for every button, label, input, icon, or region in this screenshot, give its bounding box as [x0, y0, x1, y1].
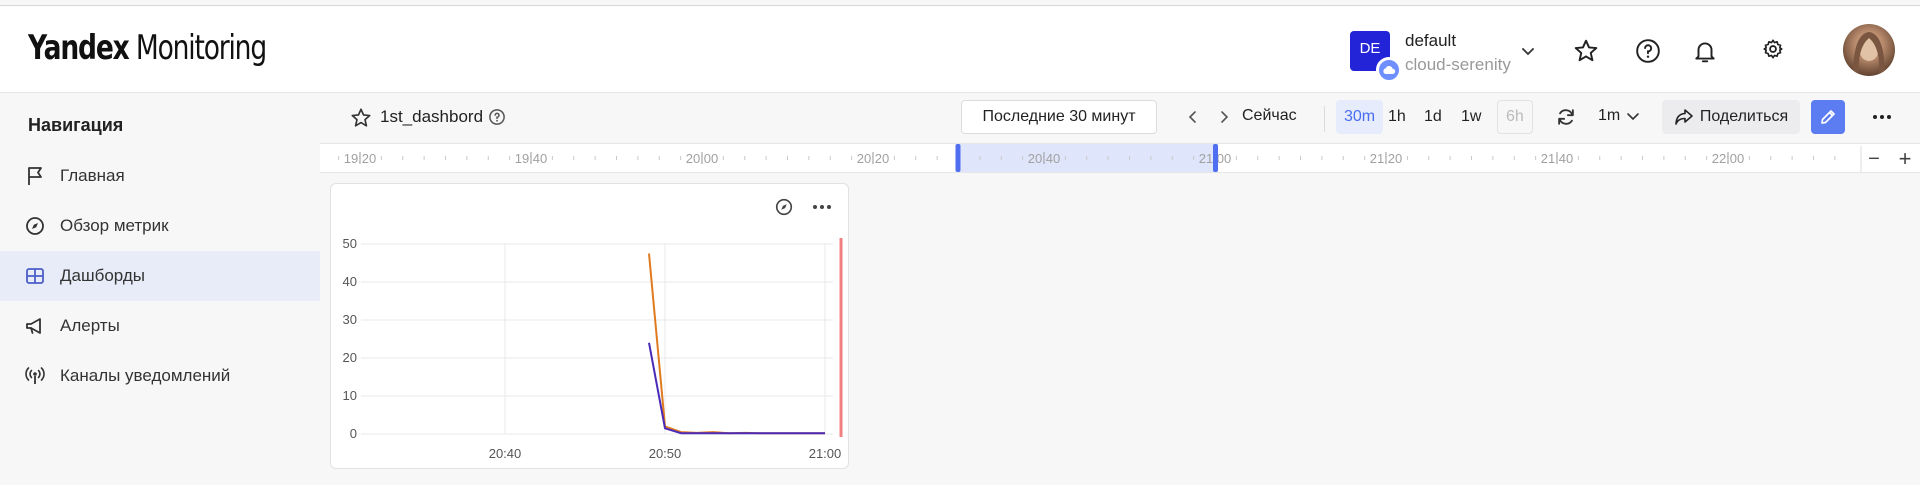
- bell-icon[interactable]: [1690, 36, 1720, 66]
- timeline-label: 20:00: [686, 151, 719, 166]
- y-tick-label: 0: [350, 426, 357, 441]
- sidebar-item-label: Обзор метрик: [60, 216, 169, 235]
- timeline-label: 20:40: [1028, 151, 1061, 166]
- flag-icon: [28, 167, 42, 185]
- chevron-down-icon: [1627, 113, 1640, 121]
- timeline-label: 22:00: [1712, 151, 1745, 166]
- edit-button[interactable]: [1811, 100, 1845, 134]
- account-cloud-name: cloud-serenity: [1405, 55, 1511, 74]
- sidebar-item-home[interactable]: Главная: [0, 151, 320, 201]
- share-label: Поделиться: [1699, 108, 1789, 125]
- zoom-in-button[interactable]: +: [1899, 146, 1912, 171]
- broadcast-icon: [25, 367, 45, 384]
- period-6h[interactable]: 6h: [1497, 100, 1533, 134]
- timeline-axis[interactable]: 19:2019:4020:0020:2020:4021:0021:2021:40…: [320, 144, 1920, 174]
- chevron-right-icon: [1221, 111, 1229, 123]
- help-icon[interactable]: [1633, 36, 1663, 66]
- sidebar-item-label: Каналы уведомлений: [60, 366, 231, 385]
- chevron-left-icon: [1188, 111, 1196, 123]
- toolbar-divider: [1324, 106, 1325, 132]
- period-30m[interactable]: 30m: [1336, 100, 1384, 134]
- more-icon: [1873, 115, 1891, 119]
- sidebar-item-label: Алерты: [60, 316, 120, 335]
- favorite-star-icon[interactable]: [350, 107, 372, 129]
- sidebar-item-dashboards[interactable]: Дашборды: [0, 251, 320, 301]
- sidebar-item-metrics[interactable]: Обзор метрик: [0, 201, 320, 251]
- timeline-scrubber[interactable]: 19:2019:4020:0020:2020:4021:0021:2021:40…: [320, 143, 1920, 173]
- dashboard-title: 1st_dashbord: [380, 107, 484, 126]
- account-name: default: [1405, 31, 1457, 50]
- y-tick-label: 30: [343, 312, 357, 327]
- dashboard-toolbar: 1st_dashbord Последние 30 минут Сейчас 3…: [320, 93, 1920, 143]
- dashboard-icon: [26, 268, 44, 284]
- star-icon[interactable]: [1571, 36, 1601, 66]
- y-tick-label: 50: [343, 236, 357, 251]
- chart-panel: 0 10 20 30 40 50 20:40 20:50 21:00: [330, 183, 849, 469]
- timeline-label: 19:20: [344, 151, 377, 166]
- zoom-out-button[interactable]: −: [1868, 148, 1880, 170]
- timeline-handle-left[interactable]: [955, 144, 961, 172]
- period-1d[interactable]: 1d: [1416, 100, 1450, 134]
- account-switcher[interactable]: DE default cloud-serenity: [1350, 27, 1540, 83]
- timeline-label: 21:40: [1541, 151, 1574, 166]
- chevron-down-icon: [1522, 48, 1534, 56]
- sidebar-item-label: Дашборды: [60, 266, 145, 285]
- sidebar-item-label: Главная: [60, 166, 125, 185]
- y-tick-label: 10: [343, 388, 357, 403]
- y-tick-label: 20: [343, 350, 357, 365]
- timeline-label: 20:20: [857, 151, 890, 166]
- x-tick-label: 20:40: [489, 446, 522, 461]
- compass-icon: [26, 217, 44, 235]
- app-logo[interactable]: Yandex Monitoring: [28, 28, 267, 68]
- line-chart: 0 10 20 30 40 50 20:40 20:50 21:00: [343, 236, 843, 461]
- cloud-icon: [1376, 57, 1402, 83]
- more-menu-button[interactable]: [1868, 105, 1896, 129]
- series-line-2: [648, 342, 825, 435]
- user-avatar[interactable]: [1843, 24, 1895, 76]
- time-back-button[interactable]: [1181, 105, 1205, 129]
- share-icon: [1675, 109, 1693, 125]
- timeline-handle-right[interactable]: [1213, 144, 1218, 172]
- refresh-interval-select[interactable]: 1m: [1598, 107, 1640, 125]
- top-bar: Yandex Monitoring DE default cloud-seren…: [0, 5, 1920, 93]
- refresh-interval-value: 1m: [1598, 107, 1621, 124]
- period-1h[interactable]: 1h: [1380, 100, 1414, 134]
- sidebar: Навигация Главная Обзор метрик Дашборды …: [0, 93, 320, 485]
- timeline-label: 21:20: [1370, 151, 1403, 166]
- gear-icon[interactable]: [1758, 34, 1788, 64]
- share-button[interactable]: Поделиться: [1662, 100, 1800, 134]
- now-button[interactable]: Сейчас: [1242, 107, 1297, 125]
- refresh-icon[interactable]: [1555, 106, 1577, 128]
- series-line-1: [648, 253, 825, 435]
- sidebar-item-alerts[interactable]: Алерты: [0, 301, 320, 351]
- help-icon[interactable]: [488, 108, 506, 126]
- x-tick-label: 21:00: [809, 446, 842, 461]
- megaphone-icon: [26, 318, 41, 334]
- time-range-button[interactable]: Последние 30 минут: [961, 100, 1157, 134]
- timeline-label: 19:40: [515, 151, 548, 166]
- sidebar-item-channels[interactable]: Каналы уведомлений: [0, 351, 320, 401]
- y-tick-label: 40: [343, 274, 357, 289]
- x-tick-label: 20:50: [649, 446, 682, 461]
- pencil-icon: [1821, 110, 1835, 124]
- nav-title: Навигация: [28, 115, 124, 135]
- time-forward-button[interactable]: [1212, 105, 1236, 129]
- period-1w[interactable]: 1w: [1453, 100, 1489, 134]
